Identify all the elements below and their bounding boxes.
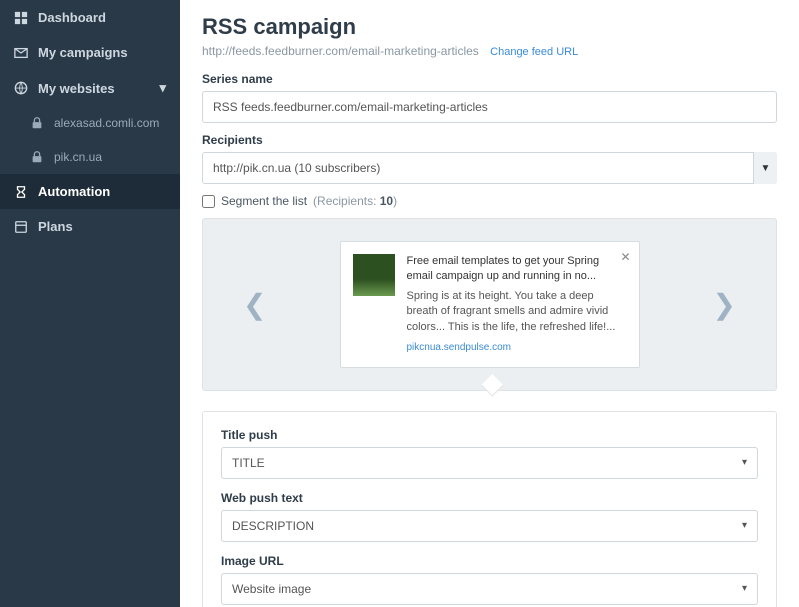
lock-icon (30, 150, 44, 164)
preview-title: Free email templates to get your Spring … (407, 254, 627, 285)
recipients-select[interactable]: http://pik.cn.ua (10 subscribers) (202, 152, 777, 184)
automation-icon (14, 185, 28, 199)
preview-close-button[interactable]: ✕ (620, 250, 630, 264)
change-feed-link[interactable]: Change feed URL (490, 46, 578, 58)
segment-checkbox[interactable] (202, 195, 215, 208)
recipients-label: Recipients (202, 133, 777, 147)
recipients-dropdown-button[interactable]: ▼ (753, 152, 777, 184)
feed-url-text: http://feeds.feedburner.com/email-market… (202, 44, 479, 58)
sidebar-item-dashboard[interactable]: Dashboard (0, 0, 180, 35)
page-title: RSS campaign (202, 14, 777, 40)
sidebar-item-site-2[interactable]: pik.cn.ua (0, 140, 180, 174)
image-url-label: Image URL (221, 554, 758, 568)
image-url-select[interactable]: Website image▾ (221, 573, 758, 605)
sidebar-label: Dashboard (38, 10, 106, 25)
carousel-next-button[interactable]: ❯ (703, 278, 746, 331)
caret-down-icon: ▾ (742, 457, 747, 468)
sidebar-label: My campaigns (38, 45, 128, 60)
push-fields-panel: Title push TITLE▾ Web push text DESCRIPT… (202, 411, 777, 607)
preview-carousel: ❮ Free email templates to get your Sprin… (202, 218, 777, 391)
title-push-select[interactable]: TITLE▾ (221, 447, 758, 479)
preview-body: Spring is at its height. You take a deep… (407, 289, 627, 335)
sidebar: Dashboard My campaigns My websites ▾ ale… (0, 0, 180, 607)
preview-pointer (481, 374, 504, 397)
dashboard-icon (14, 11, 28, 25)
main-content: RSS campaign http://feeds.feedburner.com… (180, 0, 799, 607)
push-text-label: Web push text (221, 491, 758, 505)
sidebar-label: Plans (38, 219, 73, 234)
campaigns-icon (14, 46, 28, 60)
sidebar-item-plans[interactable]: Plans (0, 209, 180, 244)
lock-icon (30, 116, 44, 130)
plans-icon (14, 220, 28, 234)
segment-label: Segment the list (221, 194, 307, 208)
caret-down-icon: ▾ (742, 520, 747, 531)
sidebar-label: alexasad.comli.com (54, 116, 159, 130)
feed-url-row: http://feeds.feedburner.com/email-market… (202, 44, 777, 58)
segment-suffix: (Recipients: 10) (313, 194, 397, 208)
series-name-label: Series name (202, 72, 777, 86)
sidebar-item-site-1[interactable]: alexasad.comli.com (0, 106, 180, 140)
chevron-down-icon: ▼ (761, 163, 771, 174)
preview-domain: pikcnua.sendpulse.com (407, 341, 627, 355)
preview-thumbnail (353, 254, 395, 296)
sidebar-label: pik.cn.ua (54, 150, 102, 164)
carousel-prev-button[interactable]: ❮ (233, 278, 276, 331)
sidebar-item-websites[interactable]: My websites ▾ (0, 70, 180, 106)
title-push-label: Title push (221, 428, 758, 442)
sidebar-label: My websites (38, 81, 115, 96)
series-name-input[interactable] (202, 91, 777, 123)
sidebar-label: Automation (38, 184, 110, 199)
caret-down-icon: ▾ (742, 583, 747, 594)
chevron-down-icon: ▾ (159, 80, 166, 96)
sidebar-item-automation[interactable]: Automation (0, 174, 180, 209)
sidebar-item-campaigns[interactable]: My campaigns (0, 35, 180, 70)
preview-card: Free email templates to get your Spring … (340, 241, 640, 368)
websites-icon (14, 81, 28, 95)
push-text-select[interactable]: DESCRIPTION▾ (221, 510, 758, 542)
